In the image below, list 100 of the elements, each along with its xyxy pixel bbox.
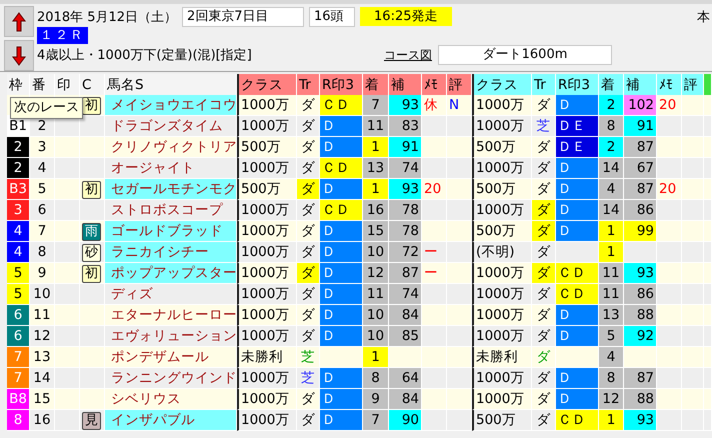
column-header[interactable]: クラス	[237, 74, 297, 97]
track-cell: 芝	[532, 116, 556, 137]
horse-name-cell[interactable]: オージャイト	[105, 158, 237, 179]
table-cell	[422, 389, 447, 410]
column-header[interactable]: 番	[30, 74, 55, 97]
column-header[interactable]: 印	[55, 74, 80, 97]
track-cell: ダ	[297, 116, 320, 137]
table-cell	[80, 305, 105, 326]
horse-name-cell[interactable]: ラニカイシチー	[105, 242, 237, 263]
horse-name-cell[interactable]: セガールモチンモク	[105, 179, 237, 200]
class-cell: 1000万	[472, 284, 532, 305]
class-cell: 500万	[472, 179, 532, 200]
column-header[interactable]: ﾒﾓ	[657, 74, 682, 97]
column-header[interactable]: R印3	[556, 74, 599, 97]
table-cell	[682, 158, 704, 179]
mark-cell: ＤＥ	[556, 137, 599, 158]
table-cell	[55, 200, 80, 221]
column-header[interactable]: 評	[447, 74, 472, 97]
column-header[interactable]: クラス	[472, 74, 532, 97]
track-cell: ダ	[532, 263, 556, 284]
column-header[interactable]: C	[80, 74, 105, 97]
frame-number-cell: 7	[7, 368, 30, 389]
track-cell: ダ	[297, 305, 320, 326]
track-cell: ダ	[297, 284, 320, 305]
class-cell: 1000万	[472, 95, 532, 116]
table-cell	[657, 347, 682, 368]
track-cell: ダ	[297, 410, 320, 431]
frame-number-cell: 6	[7, 305, 30, 326]
class-cell: 1000万	[237, 158, 297, 179]
track-cell: ダ	[532, 242, 556, 263]
column-header[interactable]: 補	[624, 74, 657, 97]
table-cell	[682, 200, 704, 221]
class-cell: 500万	[472, 137, 532, 158]
horse-name-cell[interactable]: エターナルヒーロー	[105, 305, 237, 326]
frame-number-cell: 7	[7, 347, 30, 368]
column-header[interactable]: R印3	[320, 74, 363, 97]
horse-name-cell[interactable]: ストロボスコープ	[105, 200, 237, 221]
race-conditions: 4歳以上・1000万下(定量)(混)[指定]	[37, 47, 252, 64]
column-header[interactable]: 着	[599, 74, 624, 97]
column-header[interactable]: ﾒﾓ	[422, 74, 447, 97]
table-cell	[447, 389, 472, 410]
class-cell: (不明)	[472, 242, 532, 263]
track-cell: ダ	[532, 158, 556, 179]
table-cell	[55, 158, 80, 179]
track-cell: ダ	[297, 158, 320, 179]
track-cell: ダ	[297, 200, 320, 221]
finish-cell: 4	[599, 347, 624, 368]
horse-name-cell[interactable]: ポンデザムール	[105, 347, 237, 368]
column-header[interactable]: Tr	[532, 74, 556, 97]
finish-cell: 5	[599, 326, 624, 347]
race-date: 2018年 5月12日（土）	[37, 8, 178, 26]
column-header[interactable]: 馬名S	[105, 74, 237, 97]
horse-name-cell[interactable]: ポップアップスター	[105, 263, 237, 284]
class-cell: 1000万	[472, 305, 532, 326]
track-cell: ダ	[532, 179, 556, 200]
horse-name-cell[interactable]: ランニングウインド	[105, 368, 237, 389]
course-map-link[interactable]: コース図	[384, 46, 432, 64]
column-header[interactable]: 評	[682, 74, 704, 97]
next-race-button[interactable]	[4, 40, 34, 71]
mark-cell: Ｄ	[320, 368, 363, 389]
rating-cell: 78	[389, 221, 422, 242]
down-arrow-icon	[12, 46, 26, 66]
track-cell: ダ	[532, 326, 556, 347]
column-header[interactable]: 補	[389, 74, 422, 97]
class-cell: 1000万	[472, 326, 532, 347]
table-cell	[447, 368, 472, 389]
tooltip: 次のレース	[10, 97, 83, 119]
column-header[interactable]: 着	[363, 74, 389, 97]
frame-number-cell: 5	[7, 263, 30, 284]
horse-name-cell[interactable]: ディズ	[105, 284, 237, 305]
class-cell: 1000万	[237, 221, 297, 242]
rating-cell: 84	[389, 389, 422, 410]
frame-number-cell: 8	[7, 410, 30, 431]
track-cell: ダ	[297, 326, 320, 347]
column-header[interactable]: 枠	[7, 74, 30, 97]
table-cell	[55, 326, 80, 347]
table-cell	[682, 326, 704, 347]
table-cell	[80, 368, 105, 389]
table-cell	[682, 137, 704, 158]
previous-race-button[interactable]	[4, 6, 34, 37]
horse-name-cell[interactable]: インザパブル	[105, 410, 237, 431]
table-cell	[447, 221, 472, 242]
horse-name-cell[interactable]: ドラゴンズタイム	[105, 116, 237, 137]
horse-name-cell[interactable]: エヴォリューション	[105, 326, 237, 347]
table-cell	[682, 116, 704, 137]
table-cell	[422, 284, 447, 305]
table-cell	[657, 242, 682, 263]
table-cell	[80, 347, 105, 368]
horse-number-cell: 8	[30, 242, 55, 263]
table-cell	[320, 347, 363, 368]
column-header[interactable]: Tr	[297, 74, 320, 97]
horse-name-cell[interactable]: ゴールドブラッド	[105, 221, 237, 242]
horse-name-cell[interactable]: メイショウエイコウ	[105, 95, 237, 116]
class-cell: 500万	[472, 221, 532, 242]
horse-name-cell[interactable]: シベリウス	[105, 389, 237, 410]
mark-cell: Ｄ	[320, 137, 363, 158]
table-cell	[447, 116, 472, 137]
rating-cell: 74	[389, 284, 422, 305]
horse-name-cell[interactable]: クリノヴィクトリア	[105, 137, 237, 158]
class-cell: 1000万	[237, 326, 297, 347]
